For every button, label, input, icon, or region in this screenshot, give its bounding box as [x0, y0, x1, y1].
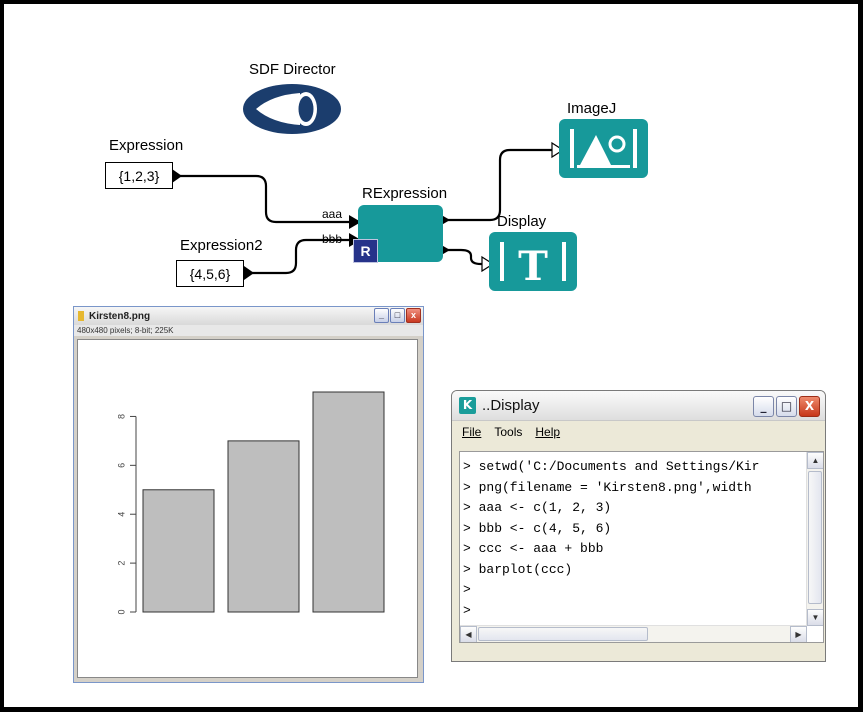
expression2-actor[interactable]: {4,5,6} [176, 260, 244, 287]
menu-tools[interactable]: Tools [494, 425, 522, 439]
code-line: > [463, 582, 471, 597]
y-tick-label: 4 [116, 512, 126, 517]
scroll-left-icon[interactable]: ◀ [460, 626, 477, 642]
horizontal-scrollbar[interactable]: ◀ ▶ [460, 625, 807, 642]
display-menubar: File Tools Help [452, 421, 825, 443]
code-line: > barplot(ccc) [463, 561, 573, 577]
kepler-app-icon: K [459, 397, 476, 414]
output-port-expression [172, 169, 182, 183]
imagej-app-icon [78, 311, 84, 321]
output-port-expression2 [244, 266, 254, 280]
display-titlebar[interactable]: K ..Display _ □ X [452, 391, 825, 421]
code-line: > ccc <- aaa + bbb [463, 541, 604, 556]
menu-help[interactable]: Help [535, 425, 560, 439]
expression2-label: Expression2 [180, 237, 263, 254]
code-line: > [463, 602, 471, 618]
imagej-window[interactable]: Kirsten8.png _ □ x 480x480 pixels; 8-bit… [73, 306, 424, 683]
display-label: Display [497, 213, 547, 230]
scroll-up-icon[interactable]: ▲ [807, 452, 823, 469]
text-display-icon: T [500, 242, 566, 290]
display-window[interactable]: K ..Display _ □ X File Tools Help > setw… [451, 390, 826, 662]
scroll-right-icon[interactable]: ▶ [790, 626, 807, 642]
display-maximize-button[interactable]: □ [776, 396, 797, 417]
horizontal-scroll-thumb[interactable] [478, 627, 648, 641]
port-label-aaa: aaa [322, 207, 343, 221]
display-window-title: ..Display [482, 397, 540, 414]
imagej-titlebar[interactable]: Kirsten8.png _ □ x [74, 307, 423, 325]
display-close-button[interactable]: X [799, 396, 820, 417]
code-line: > png(filename = 'Kirsten8.png',width [463, 479, 752, 495]
y-tick-label: 2 [116, 561, 126, 566]
code-line: > setwd('C:/Documents and Settings/Kir [463, 459, 760, 474]
display-text-area[interactable]: > setwd('C:/Documents and Settings/Kir >… [459, 451, 824, 643]
expression-label: Expression [109, 137, 184, 154]
wire-rexpression-imagej [439, 148, 552, 222]
image-icon [570, 129, 637, 168]
imagej-minimize-button[interactable]: _ [374, 308, 389, 323]
rexpression-label: RExpression [362, 185, 448, 202]
imagej-maximize-button[interactable]: □ [390, 308, 405, 323]
imagej-label: ImageJ [567, 100, 617, 117]
imagej-window-title: Kirsten8.png [89, 310, 151, 322]
expression-actor[interactable]: {1,2,3} [105, 162, 173, 189]
bar-1 [142, 489, 215, 613]
imagej-image-info: 480x480 pixels; 8-bit; 225K [74, 325, 423, 336]
y-tick-label: 0 [116, 609, 126, 614]
scroll-down-icon[interactable]: ▼ [807, 609, 823, 626]
display-actor[interactable]: T [489, 232, 577, 291]
display-glyph: T [518, 243, 548, 290]
display-minimize-button[interactable]: _ [753, 396, 774, 417]
bar-3 [312, 391, 385, 613]
director-label: SDF Director [249, 61, 336, 78]
code-line: > bbb <- c(4, 5, 6) [463, 520, 612, 536]
y-tick-label: 6 [116, 463, 126, 468]
bar-2 [227, 440, 300, 613]
imagej-actor[interactable] [559, 119, 648, 178]
menu-file[interactable]: File [462, 425, 481, 439]
barplot-chart: 0 2 4 6 8 [116, 391, 385, 615]
workflow-canvas[interactable]: SDF Director Expression {1,2,3} Expressi… [4, 4, 858, 707]
barplot-image: 0 2 4 6 8 [77, 339, 418, 678]
port-label-bbb: bbb [322, 232, 343, 246]
y-tick-label: 8 [116, 414, 126, 419]
imagej-close-button[interactable]: x [406, 308, 421, 323]
r-badge-icon: R [353, 239, 378, 263]
vertical-scroll-thumb[interactable] [808, 471, 822, 604]
vertical-scrollbar[interactable]: ▲ ▼ [806, 452, 823, 626]
code-line: > aaa <- c(1, 2, 3) [463, 500, 612, 515]
director-icon[interactable] [242, 83, 342, 135]
